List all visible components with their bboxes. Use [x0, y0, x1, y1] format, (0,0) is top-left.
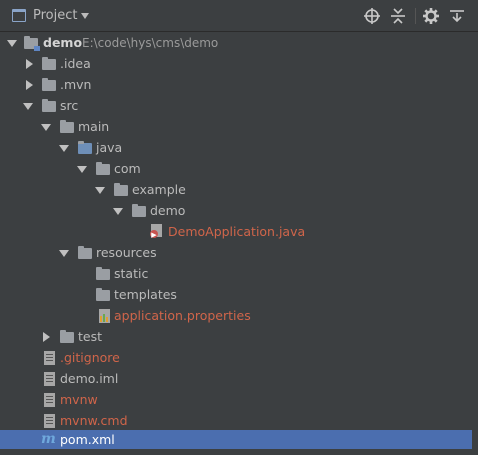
expanded-arrow-icon[interactable]	[41, 124, 51, 131]
folder-name: src	[60, 98, 79, 113]
properties-file-icon	[99, 309, 110, 323]
collapsed-arrow-icon[interactable]	[26, 59, 33, 69]
expanded-arrow-icon[interactable]	[113, 208, 123, 215]
expanded-arrow-icon[interactable]	[23, 103, 33, 110]
java-class-icon: ▶	[150, 224, 162, 239]
module-folder-icon	[24, 36, 40, 51]
folder-icon	[60, 330, 74, 343]
package-name: example	[132, 182, 186, 197]
text-file-icon	[44, 393, 55, 407]
resources-folder-icon	[78, 246, 92, 259]
tree-node-mvnw-cmd[interactable]: mvnw.cmd	[0, 411, 472, 432]
module-name: demo	[43, 35, 83, 50]
tree-node-idea[interactable]: .idea	[0, 54, 472, 75]
tree-node-templates[interactable]: templates	[0, 285, 472, 306]
tree-node-resources[interactable]: resources	[0, 243, 472, 264]
folder-name: .mvn	[60, 77, 92, 92]
horizontal-scrollbar[interactable]	[0, 449, 478, 455]
text-file-icon	[44, 414, 55, 428]
tree-node-demo-package[interactable]: demo	[0, 201, 472, 222]
folder-icon	[42, 99, 56, 112]
tree-node-java[interactable]: java	[0, 138, 472, 159]
tree-node-mvn[interactable]: .mvn	[0, 75, 472, 96]
package-name: com	[114, 161, 141, 176]
file-name: .gitignore	[60, 350, 120, 365]
tree-node-com[interactable]: com	[0, 159, 472, 180]
gear-icon[interactable]	[422, 7, 440, 25]
tool-window-title[interactable]: Project	[33, 8, 77, 23]
svg-text:▶: ▶	[151, 231, 157, 239]
tree-node-mvnw[interactable]: mvnw	[0, 390, 472, 411]
collapse-all-icon[interactable]	[389, 7, 407, 25]
file-name: DemoApplication.java	[168, 224, 306, 239]
expanded-arrow-icon[interactable]	[59, 250, 69, 257]
package-icon	[96, 162, 110, 175]
locate-icon[interactable]	[363, 7, 381, 25]
toolbar-separator	[415, 8, 416, 24]
folder-name: templates	[114, 287, 177, 302]
project-tool-window-header: Project	[0, 0, 478, 32]
file-name: mvnw	[60, 392, 98, 407]
expanded-arrow-icon[interactable]	[95, 187, 105, 194]
expanded-arrow-icon[interactable]	[77, 166, 87, 173]
tree-node-demo-application[interactable]: ▶ DemoApplication.java	[0, 222, 472, 243]
package-name: demo	[150, 203, 186, 218]
module-path: E:\code\hys\cms\demo	[82, 36, 219, 50]
tree-node-src[interactable]: src	[0, 96, 472, 117]
folder-name: test	[78, 329, 103, 344]
tree-node-application-properties[interactable]: application.properties	[0, 306, 472, 327]
tree-node-static[interactable]: static	[0, 264, 472, 285]
tree-node-example[interactable]: example	[0, 180, 472, 201]
file-name: pom.xml	[60, 432, 115, 447]
package-icon	[132, 204, 146, 217]
view-mode-dropdown-icon[interactable]	[81, 13, 89, 19]
expanded-arrow-icon[interactable]	[59, 145, 69, 152]
folder-icon	[42, 78, 56, 91]
collapsed-arrow-icon[interactable]	[43, 332, 50, 342]
tree-node-test[interactable]: test	[0, 327, 472, 348]
vertical-scrollbar[interactable]	[472, 33, 478, 455]
file-name: mvnw.cmd	[60, 413, 128, 428]
text-file-icon	[44, 351, 55, 365]
folder-name: .idea	[60, 56, 91, 71]
file-name: application.properties	[114, 308, 251, 323]
hide-icon[interactable]	[448, 7, 466, 25]
file-name: demo.iml	[60, 371, 119, 386]
folder-icon	[96, 288, 110, 301]
tree-node-demo-root[interactable]: demo E:\code\hys\cms\demo	[0, 33, 472, 54]
module-file-icon	[44, 372, 55, 386]
folder-name: static	[114, 266, 149, 281]
tree-node-gitignore[interactable]: .gitignore	[0, 348, 472, 369]
tree-node-demo-iml[interactable]: demo.iml	[0, 369, 472, 390]
folder-name: resources	[96, 245, 157, 260]
folder-name: main	[78, 119, 110, 134]
folder-name: java	[96, 140, 123, 155]
folder-icon	[96, 267, 110, 280]
folder-icon	[42, 57, 56, 70]
maven-icon: m	[41, 431, 56, 447]
folder-icon	[60, 120, 74, 133]
package-icon	[114, 183, 128, 196]
expanded-arrow-icon[interactable]	[7, 40, 17, 47]
source-root-folder-icon	[78, 141, 92, 154]
project-view-icon	[12, 9, 26, 22]
collapsed-arrow-icon[interactable]	[26, 80, 33, 90]
tree-node-pom-xml[interactable]: m pom.xml	[0, 430, 472, 451]
tree-node-main[interactable]: main	[0, 117, 472, 138]
